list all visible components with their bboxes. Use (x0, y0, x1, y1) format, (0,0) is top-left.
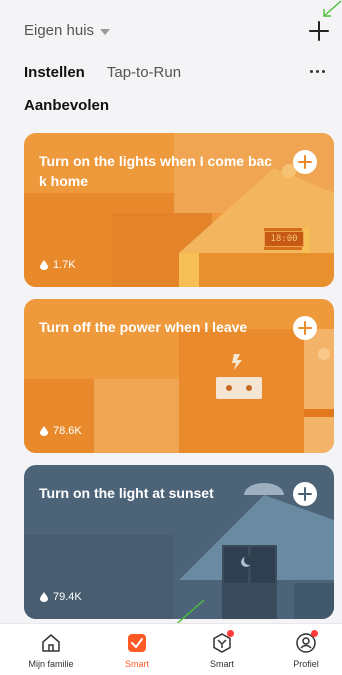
home-name: Eigen huis (24, 22, 95, 39)
flame-icon (40, 426, 48, 436)
add-scene-button[interactable] (293, 482, 317, 506)
recommend-card-sunset-light[interactable]: Turn on the light at sunset 79.4K (24, 465, 334, 619)
home-selector[interactable]: Eigen huis (24, 22, 111, 39)
add-scene-button[interactable] (293, 316, 317, 340)
notification-dot (227, 630, 234, 637)
annotation-arrow-icon (323, 0, 342, 17)
nav-profiel[interactable]: Profiel (271, 630, 341, 669)
nav-smart-hub[interactable]: Smart (187, 630, 257, 669)
usage-count-value: 1.7K (53, 259, 76, 271)
notification-dot (311, 630, 318, 637)
add-scene-button[interactable] (293, 150, 317, 174)
card-title: Turn on the light at sunset (39, 485, 214, 501)
nav-label: Smart (124, 659, 149, 669)
recommend-card-lights-home[interactable]: 18:00 Turn on the lights when I come bac… (24, 133, 334, 287)
bottom-navigation: Mijn familie Smart Smart Profiel (0, 623, 342, 675)
top-bar: Eigen huis (0, 0, 342, 60)
usage-count-value: 78.6K (53, 425, 82, 437)
tab-instellen[interactable]: Instellen (24, 64, 85, 81)
clock-display: 18:00 (264, 231, 304, 247)
section-title: Aanbevolen (24, 97, 110, 114)
scene-tabs: Instellen Tap-to-Run (24, 64, 181, 81)
card-title: Turn off the power when I leave (39, 319, 248, 335)
smart-hub-icon (211, 630, 234, 654)
nav-label: Profiel (293, 659, 319, 669)
usage-count: 1.7K (40, 259, 76, 271)
flame-icon (40, 260, 48, 270)
tab-tap-to-run[interactable]: Tap-to-Run (107, 64, 181, 81)
home-icon (42, 634, 60, 652)
nav-label: Mijn familie (28, 659, 74, 669)
flame-icon (40, 592, 48, 602)
usage-count-value: 79.4K (53, 591, 82, 603)
usage-count: 79.4K (40, 591, 82, 603)
check-square-icon (128, 634, 146, 652)
nav-label: Smart (209, 659, 234, 669)
nav-smart-active[interactable]: Smart (102, 632, 172, 669)
caret-down-icon (100, 28, 111, 35)
nav-mijn-familie[interactable]: Mijn familie (16, 632, 86, 669)
more-dots-icon[interactable] (310, 70, 325, 73)
card-title: Turn on the lights when I come back home (39, 153, 273, 189)
profile-icon (295, 630, 318, 654)
recommend-card-power-off[interactable]: Turn off the power when I leave 78.6K (24, 299, 334, 453)
usage-count: 78.6K (40, 425, 82, 437)
